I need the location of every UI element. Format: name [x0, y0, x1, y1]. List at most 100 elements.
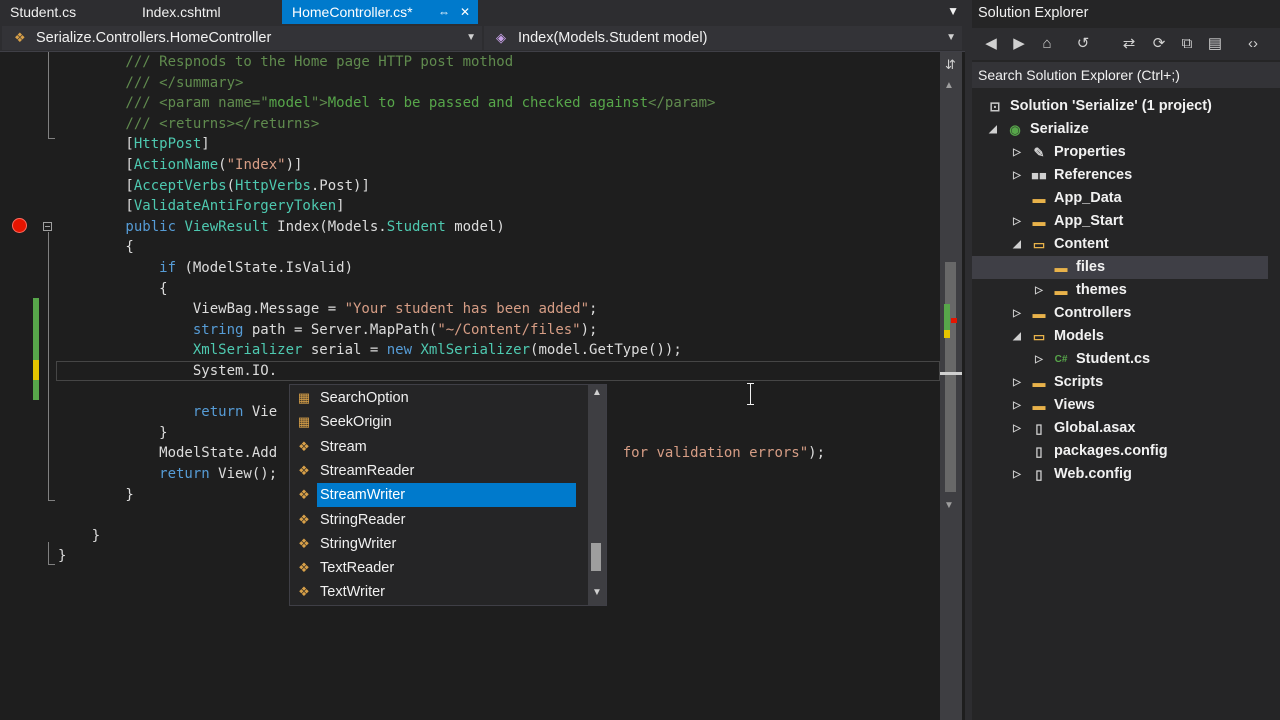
collapsed-arrow-icon[interactable]: ▷: [1012, 141, 1022, 164]
code-line[interactable]: /// Respnods to the Home page HTTP post …: [58, 52, 513, 73]
completion-item-label: SeekOrigin: [320, 414, 392, 431]
tree-item-label: App_Data: [1054, 190, 1122, 206]
code-token: "Index": [226, 157, 286, 173]
collapsed-arrow-icon[interactable]: ▷: [1012, 371, 1022, 394]
code-line[interactable]: [ValidateAntiForgeryToken]: [58, 196, 344, 217]
tree-item[interactable]: ▷ ▯ Web.config: [972, 463, 1268, 486]
pin-tab-icon[interactable]: ⇔: [438, 0, 450, 24]
collapse-all-icon[interactable]: ⧉: [1176, 32, 1198, 56]
back-icon[interactable]: ◀: [980, 32, 1002, 56]
tree-item[interactable]: ▷ ▬ App_Start: [972, 210, 1268, 233]
tree-item[interactable]: ▷ ▬ Scripts: [972, 371, 1268, 394]
code-line[interactable]: ViewBag.Message = "Your student has been…: [58, 299, 598, 320]
code-line[interactable]: /// <returns></returns>: [58, 114, 319, 135]
intellisense-popup[interactable]: ▦ SearchOption ▦ SeekOrigin ❖ Stream ❖ StreamRe…: [289, 384, 607, 606]
tree-item[interactable]: ▷ ▬ themes: [972, 279, 1268, 302]
sync-icon[interactable]: ⇄: [1118, 32, 1140, 56]
code-line[interactable]: }: [58, 546, 66, 567]
code-line[interactable]: {: [58, 237, 133, 258]
pane-splitter[interactable]: [965, 0, 972, 720]
tree-item[interactable]: ◢ ▭ Content: [972, 233, 1268, 256]
tree-item[interactable]: ⊡ Solution 'Serialize' (1 project): [972, 95, 1268, 118]
code-line[interactable]: System.IO.: [58, 361, 277, 382]
close-tab-icon[interactable]: ✕: [460, 0, 470, 24]
code-line[interactable]: XmlSerializer serial = new XmlSerializer…: [58, 340, 682, 361]
code-line[interactable]: }: [58, 485, 133, 506]
tab-homecontroller-cs[interactable]: HomeController.cs* ⇔ ✕: [282, 0, 478, 24]
collapsed-arrow-icon[interactable]: ▷: [1012, 394, 1022, 417]
collapsed-arrow-icon[interactable]: ▷: [1034, 279, 1044, 302]
tree-item[interactable]: ▷ ▬ Controllers: [972, 302, 1268, 325]
code-line[interactable]: [ActionName("Index")]: [58, 155, 302, 176]
code-line[interactable]: if (ModelState.IsValid): [58, 258, 353, 279]
view-code-icon[interactable]: ‹›: [1242, 32, 1264, 56]
collapsed-arrow-icon[interactable]: ▷: [1012, 417, 1022, 440]
code-line[interactable]: [HttpPost]: [58, 134, 209, 155]
refresh-icon[interactable]: ⟳: [1148, 32, 1170, 56]
completion-item[interactable]: ❖ StreamWriter: [290, 483, 586, 508]
tree-item[interactable]: ◢ ◉ Serialize: [972, 118, 1268, 141]
completion-item[interactable]: ▦ SearchOption: [290, 386, 586, 410]
collapsed-arrow-icon[interactable]: ▷: [1012, 463, 1022, 486]
tree-item[interactable]: ▷ ■■ References: [972, 164, 1268, 187]
member-dropdown[interactable]: ◈ Index(Models.Student model) ▼: [484, 26, 962, 50]
collapsed-arrow-icon[interactable]: ▷: [1034, 348, 1044, 371]
breakpoint-icon[interactable]: [12, 218, 27, 233]
completion-item[interactable]: ❖ Stream: [290, 435, 586, 459]
scroll-up-icon[interactable]: ▲: [592, 387, 602, 398]
editor-vertical-scrollbar[interactable]: ⇵ ▲ ▼: [940, 52, 962, 720]
expanded-arrow-icon[interactable]: ◢: [988, 118, 998, 141]
show-all-files-icon[interactable]: ▤: [1204, 32, 1226, 56]
pending-changes-icon[interactable]: ↺: [1072, 32, 1094, 56]
editor-gutter[interactable]: [0, 52, 56, 720]
search-solution-explorer-input[interactable]: Search Solution Explorer (Ctrl+;): [972, 62, 1280, 88]
scrollbar-thumb[interactable]: [945, 262, 956, 492]
home-icon[interactable]: ⌂: [1036, 32, 1058, 56]
completion-item[interactable]: ❖ StringWriter: [290, 532, 586, 556]
code-line[interactable]: }: [58, 526, 100, 547]
code-line[interactable]: [AcceptVerbs(HttpVerbs.Post)]: [58, 176, 369, 197]
scrollbar-thumb[interactable]: [591, 543, 601, 571]
completion-item[interactable]: ❖ TextReader: [290, 556, 586, 580]
tree-item[interactable]: ▷ ▬ Views: [972, 394, 1268, 417]
code-line[interactable]: string path = Server.MapPath("~/Content/…: [58, 320, 598, 341]
type-dropdown[interactable]: ❖ Serialize.Controllers.HomeController ▼: [2, 26, 482, 50]
tree-item[interactable]: ▷ C# Student.cs: [972, 348, 1268, 371]
scroll-down-icon[interactable]: ▼: [944, 500, 954, 511]
tree-item[interactable]: ▷ ✎ Properties: [972, 141, 1268, 164]
completion-item[interactable]: ❖ StringReader: [290, 508, 586, 532]
code-line[interactable]: public ViewResult Index(Models.Student m…: [58, 217, 504, 238]
code-line[interactable]: /// <param name="model">Model to be pass…: [58, 93, 715, 114]
tab-index-cshtml[interactable]: Index.cshtml: [130, 0, 280, 24]
completion-item[interactable]: ▦ SeekOrigin: [290, 410, 586, 434]
code-line[interactable]: return Vie: [58, 402, 277, 423]
tree-item[interactable]: ▯ packages.config: [972, 440, 1268, 463]
completion-item[interactable]: ❖ StreamReader: [290, 459, 586, 483]
scroll-down-icon[interactable]: ▼: [592, 587, 602, 598]
collapsed-arrow-icon[interactable]: ▷: [1012, 210, 1022, 233]
tree-item[interactable]: ▬ files: [972, 256, 1268, 279]
collapsed-arrow-icon[interactable]: ▷: [1012, 302, 1022, 325]
code-token: (: [218, 157, 227, 173]
collapsed-arrow-icon[interactable]: ▷: [1012, 164, 1022, 187]
expanded-arrow-icon[interactable]: ◢: [1012, 233, 1022, 256]
split-window-icon[interactable]: ⇵: [945, 57, 956, 73]
expanded-arrow-icon[interactable]: ◢: [1012, 325, 1022, 348]
code-token: }: [58, 527, 101, 544]
outline-line: [48, 52, 49, 138]
tree-item[interactable]: ◢ ▭ Models: [972, 325, 1268, 348]
code-line[interactable]: {: [58, 279, 167, 300]
scroll-up-icon[interactable]: ▲: [944, 80, 954, 91]
code-token: (: [226, 177, 236, 194]
tab-student-cs[interactable]: Student.cs: [0, 0, 130, 24]
tree-item[interactable]: ▬ App_Data: [972, 187, 1268, 210]
code-line[interactable]: return View();: [58, 464, 277, 485]
intellisense-scrollbar[interactable]: ▲ ▼: [588, 385, 606, 605]
tab-overflow-dropdown-icon[interactable]: ▼: [947, 0, 959, 22]
code-line[interactable]: /// </summary>: [58, 73, 243, 94]
completion-item[interactable]: ❖ TextWriter: [290, 580, 586, 604]
code-line[interactable]: }: [58, 423, 167, 444]
forward-icon[interactable]: ▶: [1008, 32, 1030, 56]
collapse-region-icon[interactable]: [43, 222, 52, 231]
tree-item[interactable]: ▷ ▯ Global.asax: [972, 417, 1268, 440]
